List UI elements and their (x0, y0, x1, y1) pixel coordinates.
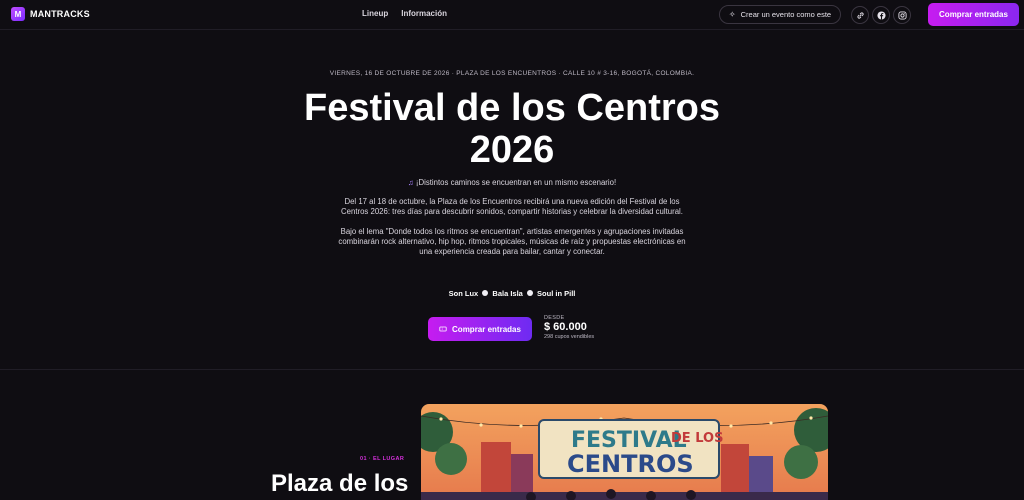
separator-dot-icon (526, 290, 533, 296)
artist-name: Soul in Pill (537, 289, 576, 298)
link-icon[interactable] (851, 6, 869, 24)
create-event-label: Crear un evento como este (740, 10, 832, 19)
tagline-row: ♫ ¡Distintos caminos se encuentran en un… (337, 178, 687, 188)
description-paragraph-1: Del 17 al 18 de octubre, la Plaza de los… (341, 197, 683, 217)
poster-word-2: DE LOS (671, 431, 723, 446)
event-description: ♫ ¡Distintos caminos se encuentran en un… (337, 178, 687, 266)
tagline: ¡Distintos caminos se encuentran en un m… (415, 178, 617, 187)
nav-link-informacion[interactable]: Información (401, 9, 447, 18)
buy-tickets-label: Comprar entradas (452, 324, 521, 334)
brand-logo-icon: M (11, 7, 25, 21)
sparkle-icon: ✧ (728, 10, 736, 19)
instagram-icon[interactable] (893, 6, 911, 24)
price-box: DESDE $ 60.000 298 cupos vendibles (544, 315, 594, 340)
lineup: Son Lux Bala Isla Soul in Pill (0, 289, 1024, 298)
tickets-available: 298 cupos vendibles (544, 334, 595, 340)
artist-name: Son Lux (448, 289, 479, 298)
section-tag: 01 · EL LUGAR (360, 456, 405, 462)
brand[interactable]: M MANTRACKS (11, 7, 90, 21)
separator-dot-icon (482, 290, 489, 296)
festival-poster-image: FESTIVAL DE LOS CENTROS (421, 404, 828, 500)
brand-name: MANTRACKS (30, 9, 90, 19)
title-line-2: 2026 (469, 129, 555, 171)
artist-name: Bala Isla (492, 289, 523, 298)
section-title: Plaza de los (271, 470, 409, 497)
create-event-button[interactable]: ✧ Crear un evento como este (719, 5, 841, 24)
price-value: $ 60.000 (544, 321, 587, 333)
ticket-icon (439, 326, 447, 332)
event-meta: VIERNES, 16 DE OCTUBRE DE 2026 · PLAZA D… (329, 70, 695, 77)
description-paragraph-2: Bajo el lema "Donde todos los ritmos se … (338, 226, 686, 257)
buy-tickets-button[interactable]: Comprar entradas (428, 317, 532, 341)
section-divider (0, 369, 1024, 370)
poster-word-3: CENTROS (567, 450, 694, 478)
title-line-1: Festival de los Centros (303, 87, 720, 129)
page-title: Festival de los Centros 2026 (0, 87, 1024, 171)
buy-tickets-header-button[interactable]: Comprar entradas (928, 3, 1019, 26)
facebook-icon[interactable] (872, 6, 890, 24)
top-navbar: M MANTRACKS Lineup Información ✧ Crear u… (0, 0, 1024, 30)
music-note-icon: ♫ (407, 178, 414, 187)
nav-links: Lineup Información (362, 9, 447, 18)
nav-link-lineup[interactable]: Lineup (362, 9, 388, 18)
